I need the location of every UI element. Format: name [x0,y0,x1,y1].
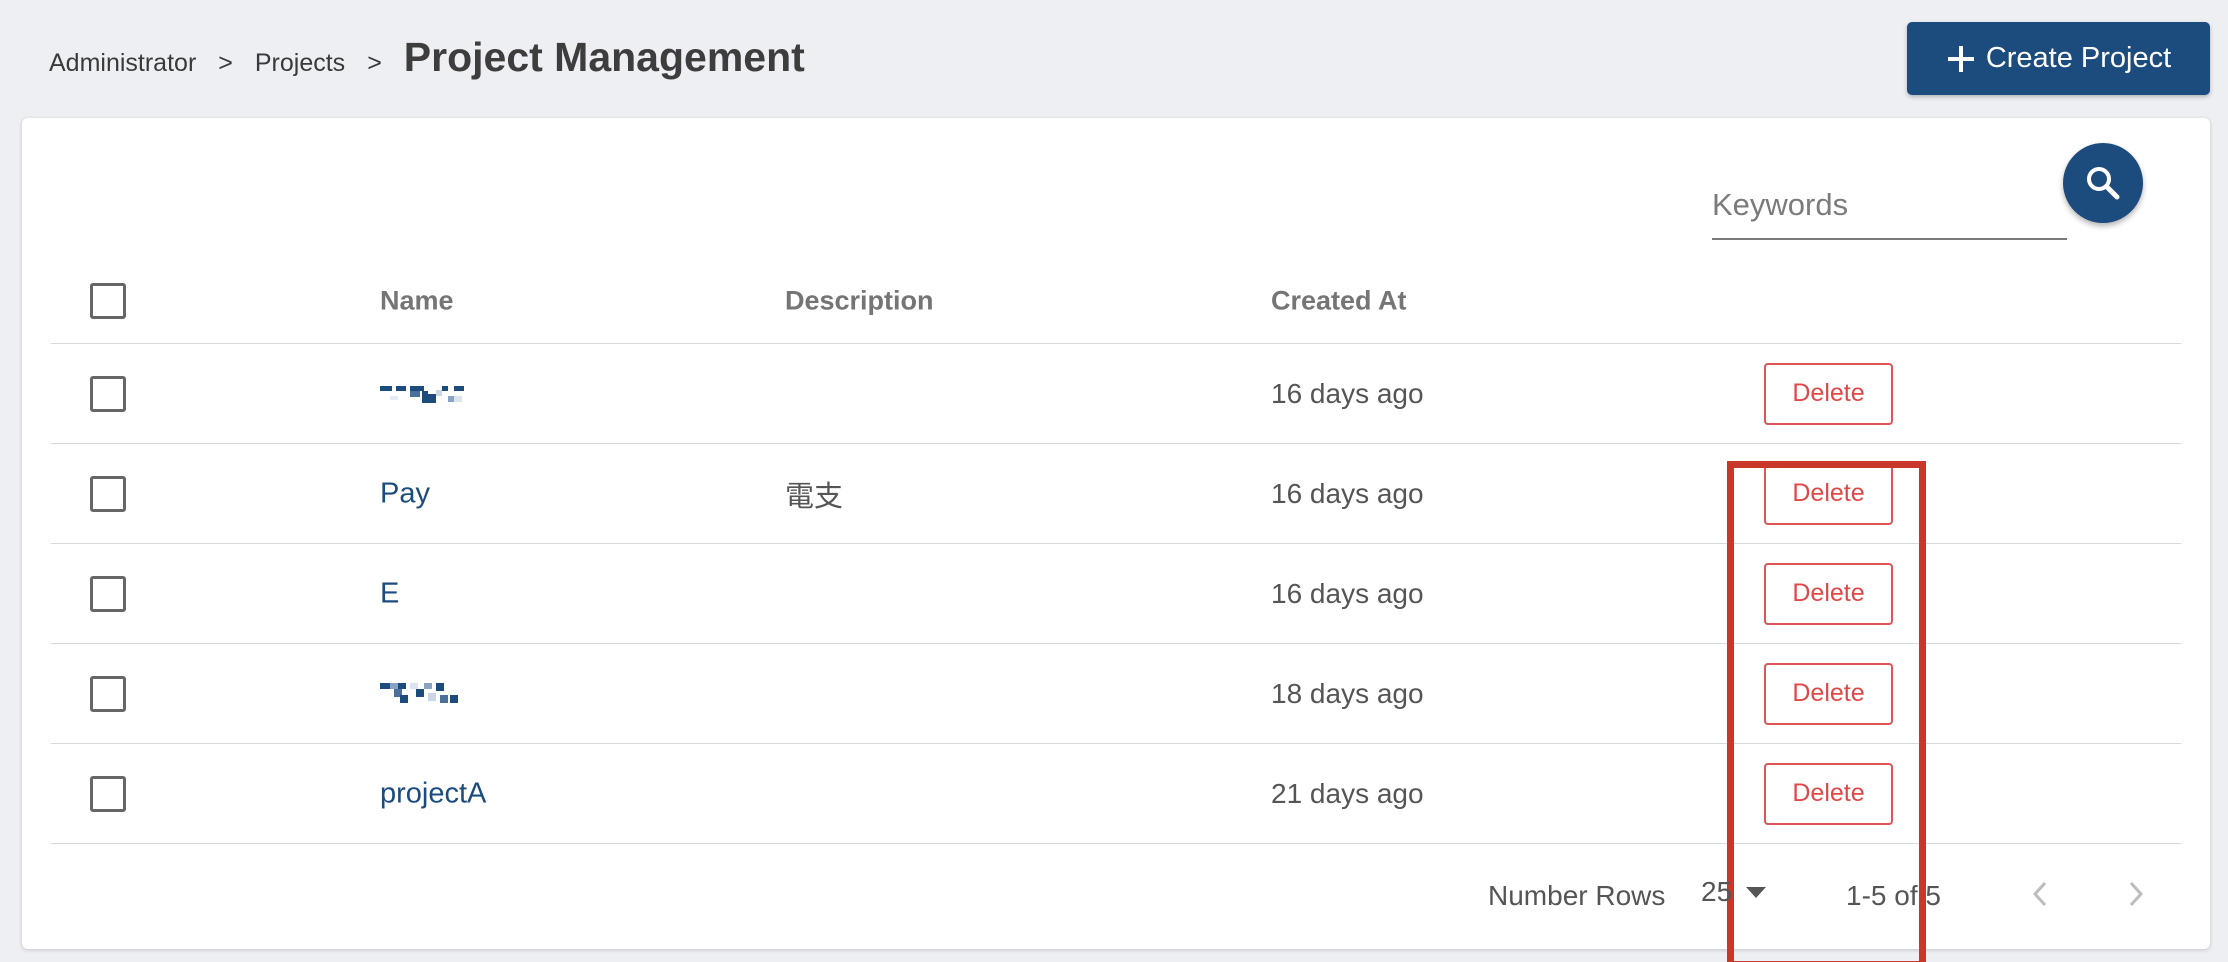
project-name-link[interactable]: E [380,577,399,610]
project-name-link[interactable]: Pay [380,477,430,510]
delete-button[interactable]: Delete [1764,562,1893,625]
redacted-name-mask [380,385,464,403]
create-project-label: Create Project [1985,42,2172,74]
breadcrumb: Administrator > Projects > Project Manag… [49,34,805,81]
table-header-row: Name Description Created At [51,258,2181,344]
search-input[interactable] [1712,164,2067,238]
search-field [1712,164,2067,240]
column-header-created-at[interactable]: Created At [1271,285,1407,316]
search-icon [2087,167,2120,200]
chevron-right-icon [2129,881,2144,907]
table-row: 18 days ago Delete [51,644,2181,744]
project-created-at: 16 days ago [1271,377,1424,409]
table-row: 16 days ago Delete [51,344,2181,444]
breadcrumb-administrator[interactable]: Administrator [49,49,196,78]
breadcrumb-separator: > [367,49,382,77]
previous-page-button[interactable] [2018,872,2062,916]
table-pagination: Number Rows 25 1-5 of 5 [22,858,2210,918]
rows-per-page-select[interactable]: 25 [1701,876,1767,908]
row-checkbox[interactable] [90,375,126,412]
project-created-at: 18 days ago [1271,677,1424,709]
rows-per-page-value: 25 [1701,876,1733,907]
project-name-link[interactable]: projectA [380,777,486,810]
rows-per-page-label: Number Rows [1488,880,1666,911]
delete-button[interactable]: Delete [1764,462,1893,525]
page-title: Project Management [403,34,805,80]
projects-card: Name Description Created At [22,118,2210,962]
pagination-range: 1-5 of 5 [1846,880,1941,911]
breadcrumb-projects[interactable]: Projects [255,49,345,78]
caret-down-icon [1746,886,1767,898]
redacted-name-mask [380,682,458,703]
project-created-at: 16 days ago [1271,577,1424,609]
table-row: projectA 21 days ago Delete [51,744,2181,844]
column-header-name[interactable]: Name [380,285,454,316]
create-project-button[interactable]: Create Project [1907,22,2210,95]
search-button[interactable] [2063,143,2143,223]
project-created-at: 21 days ago [1271,777,1424,809]
top-bar: Administrator > Projects > Project Manag… [0,0,2228,118]
row-checkbox[interactable] [90,775,126,812]
next-page-button[interactable] [2114,872,2158,916]
row-checkbox[interactable] [90,475,126,512]
project-name-redacted[interactable] [380,681,464,707]
plus-icon [1947,45,1974,72]
project-name-redacted[interactable] [380,382,500,406]
column-header-description[interactable]: Description [785,285,934,316]
project-description: 電支 [785,480,844,513]
projects-table: Name Description Created At 16 days ago … [51,258,2181,844]
row-checkbox[interactable] [90,575,126,612]
table-row: Pay 電支 16 days ago Delete [51,444,2181,544]
delete-button[interactable]: Delete [1764,362,1893,425]
breadcrumb-separator: > [218,49,233,77]
delete-button[interactable]: Delete [1764,662,1893,725]
chevron-left-icon [2032,881,2047,907]
select-all-checkbox[interactable] [90,282,126,319]
delete-button[interactable]: Delete [1764,762,1893,825]
row-checkbox[interactable] [90,675,126,712]
table-row: E 16 days ago Delete [51,544,2181,644]
project-created-at: 16 days ago [1271,477,1424,509]
